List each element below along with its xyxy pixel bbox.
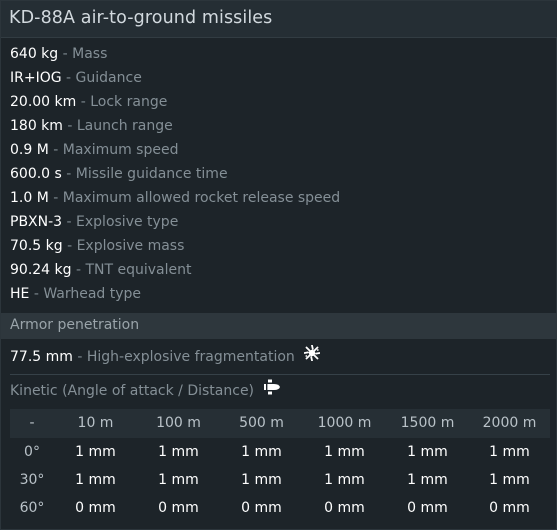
property-label: Warhead type (43, 286, 142, 302)
distance-header: 10 m (77, 415, 114, 431)
armor-penetration-header: Armor penetration (1, 313, 557, 339)
property-value: PBXN-3 (10, 214, 63, 230)
property-row-tnt-equivalent: 90.24 kg - TNT equivalent (1, 258, 557, 282)
table-header-row: - 10 m 100 m 500 m 1000 m 1500 m 2000 m (10, 409, 550, 438)
penetration-cell: 1 mm (489, 472, 530, 488)
property-label: Missile guidance time (75, 166, 228, 182)
penetration-cell: 1 mm (158, 472, 199, 488)
property-label: Maximum allowed rocket release speed (62, 190, 341, 206)
property-value: HE (10, 286, 30, 302)
property-value: 70.5 kg (10, 238, 63, 254)
property-list: 640 kg - Mass IR+IOG - Guidance 20.00 km… (1, 42, 557, 306)
table-row: 0° 1 mm 1 mm 1 mm 1 mm 1 mm 1 mm (10, 438, 550, 466)
explosion-icon (303, 344, 321, 367)
kinetic-title: Kinetic (Angle of attack / Distance) (10, 383, 255, 399)
penetration-cell: 0 mm (489, 500, 530, 516)
property-row-launch-range: 180 km - Launch range (1, 114, 557, 138)
property-separator: - (58, 46, 73, 62)
property-row-lock-range: 20.00 km - Lock range (1, 90, 557, 114)
property-row-max-speed: 0.9 M - Maximum speed (1, 138, 557, 162)
property-label: Launch range (76, 118, 173, 134)
penetration-cell: 1 mm (75, 472, 116, 488)
weapon-title: KD-88A air-to-ground missiles (9, 8, 273, 28)
property-row-guidance-time: 600.0 s - Missile guidance time (1, 162, 557, 186)
property-label: Explosive mass (76, 238, 185, 254)
weapon-info-panel: KD-88A air-to-ground missiles 640 kg - M… (0, 0, 557, 530)
property-separator: - (76, 94, 91, 110)
property-value: 0.9 M (10, 142, 49, 158)
penetration-cell: 1 mm (241, 472, 282, 488)
property-label: Lock range (90, 94, 168, 110)
property-row-warhead-type: HE - Warhead type (1, 282, 557, 306)
section-divider (10, 374, 550, 375)
penetration-cell: 0 mm (241, 500, 282, 516)
penetration-cell: 1 mm (324, 444, 365, 460)
penetration-cell: 1 mm (158, 444, 199, 460)
property-value: 1.0 M (10, 190, 49, 206)
property-separator: - (48, 190, 63, 206)
penetration-cell: 1 mm (324, 472, 365, 488)
distance-header: 500 m (239, 415, 284, 431)
penetration-cell: 1 mm (407, 472, 448, 488)
property-value: 20.00 km (10, 94, 77, 110)
table-corner-cell: - (29, 415, 35, 431)
kinetic-penetration-table: - 10 m 100 m 500 m 1000 m 1500 m 2000 m … (10, 409, 550, 522)
property-separator: - (61, 70, 76, 86)
property-label: Maximum speed (62, 142, 179, 158)
property-value: 600.0 s (10, 166, 62, 182)
distance-header: 2000 m (482, 415, 537, 431)
table-row: 60° 0 mm 0 mm 0 mm 0 mm 0 mm 0 mm (10, 494, 550, 522)
property-separator: - (61, 166, 76, 182)
property-separator: - (62, 118, 77, 134)
table-row: 30° 1 mm 1 mm 1 mm 1 mm 1 mm 1 mm (10, 466, 550, 494)
he-penetration-label: High-explosive fragmentation (86, 349, 295, 365)
title-bar: KD-88A air-to-ground missiles (1, 1, 557, 38)
property-row-release-speed: 1.0 M - Maximum allowed rocket release s… (1, 186, 557, 210)
penetration-cell: 1 mm (407, 444, 448, 460)
property-value: 180 km (10, 118, 63, 134)
penetration-cell: 0 mm (324, 500, 365, 516)
property-value: 90.24 kg (10, 262, 72, 278)
property-value: IR+IOG (10, 70, 62, 86)
property-separator: - (48, 142, 63, 158)
penetration-cell: 1 mm (75, 444, 116, 460)
distance-header: 100 m (156, 415, 201, 431)
angle-cell: 0° (24, 444, 40, 460)
property-label: Mass (72, 46, 108, 62)
angle-cell: 60° (19, 500, 45, 516)
property-row-guidance: IR+IOG - Guidance (1, 66, 557, 90)
penetration-cell: 0 mm (75, 500, 116, 516)
property-separator: - (29, 286, 44, 302)
he-fragmentation-row: 77.5 mm - High-explosive fragmentation (10, 344, 321, 367)
kinetic-title-row: Kinetic (Angle of attack / Distance) (10, 379, 281, 401)
property-separator: - (71, 262, 86, 278)
he-penetration-value: 77.5 mm (10, 349, 73, 365)
property-value: 640 kg (10, 46, 59, 62)
shell-icon (263, 379, 281, 401)
penetration-cell: 0 mm (158, 500, 199, 516)
penetration-cell: 1 mm (241, 444, 282, 460)
property-separator: - (72, 349, 87, 365)
property-row-explosive-type: PBXN-3 - Explosive type (1, 210, 557, 234)
property-row-mass: 640 kg - Mass (1, 42, 557, 66)
penetration-cell: 1 mm (489, 444, 530, 460)
property-label: TNT equivalent (85, 262, 192, 278)
property-separator: - (62, 214, 77, 230)
distance-header: 1000 m (317, 415, 372, 431)
property-label: Guidance (75, 70, 142, 86)
section-title: Armor penetration (10, 317, 140, 333)
property-separator: - (62, 238, 77, 254)
distance-header: 1500 m (400, 415, 455, 431)
property-label: Explosive type (76, 214, 179, 230)
penetration-cell: 0 mm (407, 500, 448, 516)
property-row-explosive-mass: 70.5 kg - Explosive mass (1, 234, 557, 258)
angle-cell: 30° (19, 472, 45, 488)
